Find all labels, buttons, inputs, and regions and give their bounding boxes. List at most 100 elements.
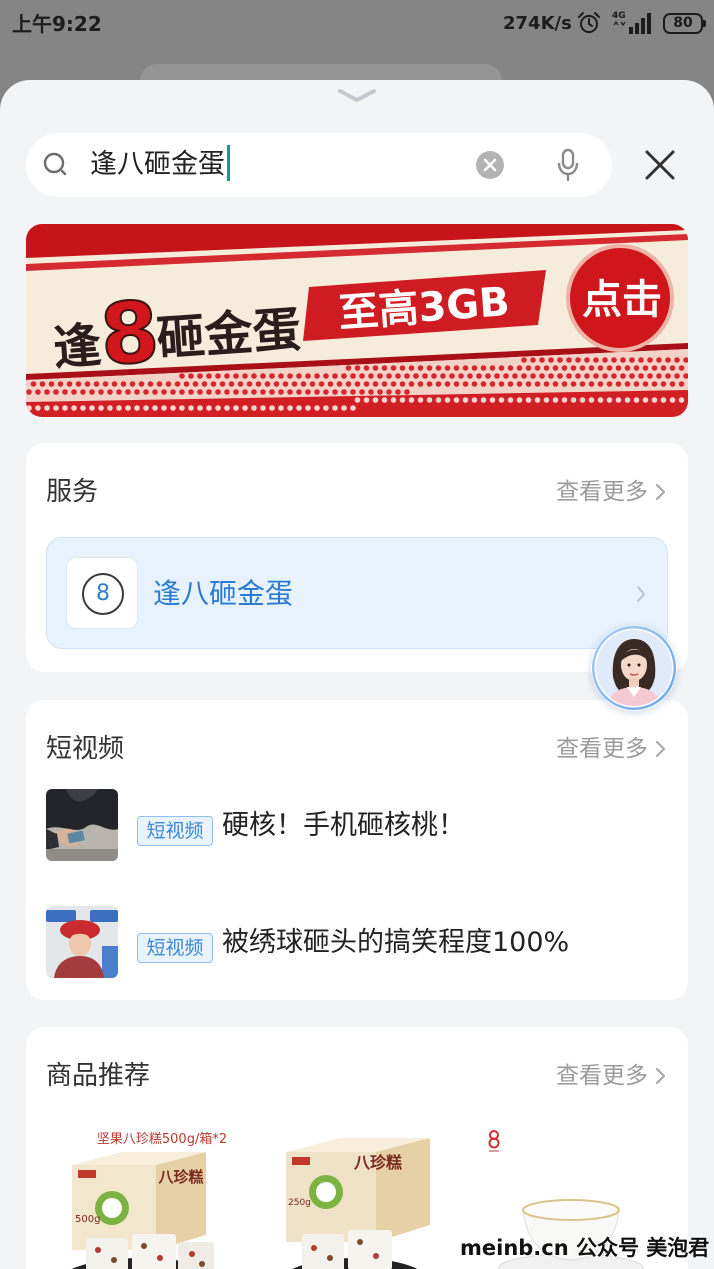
battery-icon: 80 — [663, 13, 706, 34]
banner-dot — [417, 365, 424, 371]
banner-dot — [629, 373, 635, 379]
banner-dot — [435, 397, 442, 403]
video-title: 硬核！手机砸核桃！ — [222, 810, 465, 841]
product-image: 坚果八珍糕500g/箱*2 八珍糕 500g — [71, 1131, 227, 1269]
assistant-avatar[interactable] — [591, 625, 677, 711]
banner-dot — [579, 365, 586, 371]
banner-dot — [314, 405, 320, 411]
product-card[interactable]: 八珍糕 250g — [280, 1130, 440, 1269]
banner-dot — [179, 405, 185, 411]
section-title: 商品推荐 — [46, 1061, 151, 1091]
banner-dot — [260, 389, 266, 395]
banner-dot — [647, 373, 653, 379]
banner-dot — [332, 373, 338, 379]
banner-dot — [543, 381, 550, 387]
banner-dot — [404, 373, 410, 379]
banner-dot — [606, 381, 613, 387]
banner-dot — [341, 389, 347, 395]
banner-dot — [534, 397, 541, 403]
service-item[interactable]: 8 逢八砸金蛋 — [46, 537, 668, 649]
banner-dot — [359, 389, 365, 395]
product-card[interactable]: 坚果八珍糕500g/箱*2 八珍糕 500g — [46, 1130, 236, 1269]
banner-dot — [233, 373, 239, 379]
promo-banner[interactable]: 逢 8 砸金蛋 至高3GB 点击 — [26, 224, 688, 417]
watermark: meinb.cn 公众号 美泡君 — [460, 1236, 710, 1260]
banner-dot — [125, 405, 131, 411]
banner-dot — [48, 381, 55, 387]
clear-icon[interactable] — [475, 150, 505, 180]
banner-dot — [606, 365, 613, 371]
banner-dot — [399, 365, 406, 371]
chevron-down-icon[interactable] — [337, 88, 377, 104]
banner-dot — [593, 373, 599, 379]
banner-dot — [354, 397, 361, 403]
banner-dot — [584, 373, 590, 379]
video-list-item[interactable]: 短视频 被绣球砸头的搞笑程度100% — [46, 906, 668, 978]
chevron-right-icon — [655, 1067, 666, 1085]
banner-dot — [651, 365, 658, 371]
banner-dot — [345, 381, 352, 387]
banner-dot — [611, 373, 617, 379]
banner-dot — [368, 389, 374, 395]
banner-dot — [53, 389, 59, 395]
banner-dot — [381, 365, 388, 371]
banner-dot — [147, 381, 154, 387]
banner-dot — [575, 373, 581, 379]
banner-title-prefix: 逢 — [51, 317, 103, 376]
banner-dot — [561, 397, 568, 403]
search-input[interactable]: 逢八砸金蛋 — [90, 145, 230, 185]
banner-dot — [597, 397, 604, 403]
banner-dot — [561, 381, 568, 387]
banner-dot — [674, 373, 680, 379]
banner-dot — [170, 405, 176, 411]
chevron-right-icon — [655, 740, 666, 758]
banner-dot — [620, 357, 626, 363]
banner-dot — [516, 381, 523, 387]
banner-dot — [489, 381, 496, 387]
banner-dot — [453, 381, 460, 387]
service-more-link[interactable]: 查看更多 — [556, 473, 668, 511]
video-more-link[interactable]: 查看更多 — [556, 730, 668, 768]
banner-dot — [323, 405, 329, 411]
banner-dot — [597, 381, 604, 387]
banner-dot — [417, 381, 424, 387]
banner-dot — [489, 365, 496, 371]
brand-logo — [488, 1130, 500, 1152]
banner-dot — [201, 381, 208, 387]
banner-dot — [660, 397, 667, 403]
banner-dot — [552, 381, 559, 387]
banner-dot — [161, 389, 167, 395]
banner-dot — [386, 373, 392, 379]
banner-dot — [296, 373, 302, 379]
banner-dot — [651, 381, 658, 387]
product-more-link[interactable]: 查看更多 — [556, 1057, 668, 1095]
video-list-item[interactable]: 短视频 硬核！手机砸核桃！ — [46, 789, 668, 861]
banner-dot — [660, 365, 667, 371]
banner-dot — [224, 389, 230, 395]
banner-dot — [494, 373, 500, 379]
mic-icon[interactable] — [556, 148, 580, 182]
banner-dot — [660, 381, 667, 387]
video-thumbnail — [46, 906, 118, 978]
status-time: 上午9:22 — [12, 12, 102, 36]
banner-dot — [507, 365, 514, 371]
banner-dot — [332, 389, 338, 395]
banner-dot — [116, 405, 122, 411]
banner-dot — [642, 381, 649, 387]
banner-dot — [395, 373, 401, 379]
close-icon[interactable] — [643, 148, 677, 182]
banner-dot — [665, 373, 671, 379]
banner-dot — [552, 365, 559, 371]
banner-dot — [539, 357, 545, 363]
banner-dot — [674, 357, 680, 363]
banner-dot — [638, 373, 644, 379]
banner-dot — [363, 381, 370, 387]
banner-dot — [89, 389, 95, 395]
banner-dot — [458, 373, 464, 379]
service-item-label: 逢八砸金蛋 — [153, 577, 294, 610]
banner-dot — [480, 365, 487, 371]
banner-dot — [408, 365, 415, 371]
banner-dot — [444, 381, 451, 387]
banner-dot — [323, 389, 329, 395]
banner-dot — [197, 389, 203, 395]
